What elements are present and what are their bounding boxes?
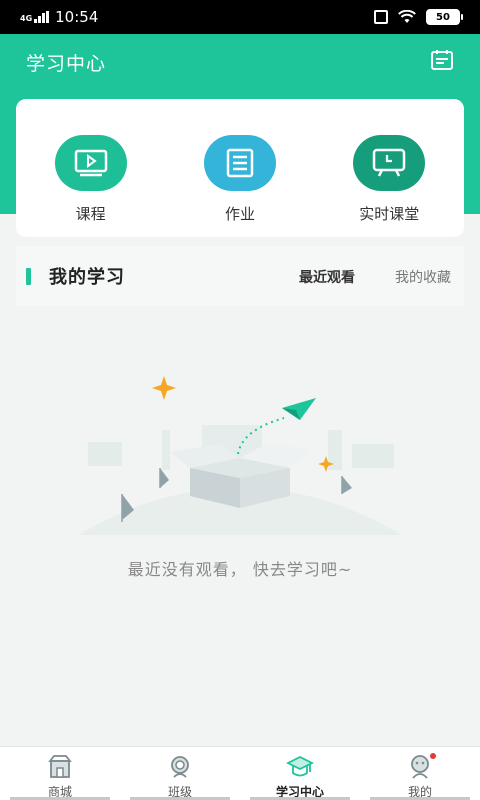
section-accent-bar [26,267,31,285]
video-play-icon [74,149,107,177]
status-bar: 4G 10:54 50 [0,0,480,34]
homework-icon-circle [203,135,276,191]
notification-badge [430,753,436,759]
status-left: 4G 10:54 [20,8,98,26]
shop-icon [48,755,72,778]
live-classroom-icon [373,148,406,177]
calendar-icon[interactable] [430,48,454,72]
nav-item-class[interactable]: 班级 [120,747,240,800]
graduation-cap-icon [286,755,314,777]
network-indicator: 4G [20,11,50,23]
network-type: 4G [20,14,33,23]
battery-icon: 50 [426,9,463,25]
empty-state-message: 最近没有观看， 快去学习吧~ [127,560,353,579]
course-label: 课程 [75,205,106,223]
live-classroom-label: 实时课堂 [359,205,420,223]
tab-my-favorites[interactable]: 我的收藏 [395,267,451,287]
tab-recent-views[interactable]: 最近观看 [299,267,355,287]
course-button[interactable]: 课程 [36,135,146,237]
course-icon-circle [54,135,127,191]
nav-item-shop[interactable]: 商城 [0,747,120,800]
vibrate-icon [374,10,388,24]
page-title: 学习中心 [26,53,107,75]
quick-actions-card: 课程 作业 实时课堂 [16,99,464,237]
status-right: 50 [374,9,463,25]
nav-item-study-center[interactable]: 学习中心 [240,747,360,800]
nav-item-profile[interactable]: 我的 [360,747,480,800]
class-icon [171,756,189,778]
homework-label: 作业 [224,205,255,223]
document-list-icon [226,148,254,178]
live-classroom-button[interactable]: 实时课堂 [334,135,444,237]
status-time: 10:54 [55,8,99,26]
homework-button[interactable]: 作业 [185,135,295,237]
wifi-icon [398,10,416,23]
live-classroom-icon-circle [353,135,426,191]
my-study-title: 我的学习 [49,267,125,288]
empty-state-illustration [78,376,402,535]
bottom-nav: 商城 班级 学习中心 我的 [0,746,480,800]
my-study-header: 我的学习 最近观看 我的收藏 [16,246,464,306]
signal-icon [34,11,50,23]
